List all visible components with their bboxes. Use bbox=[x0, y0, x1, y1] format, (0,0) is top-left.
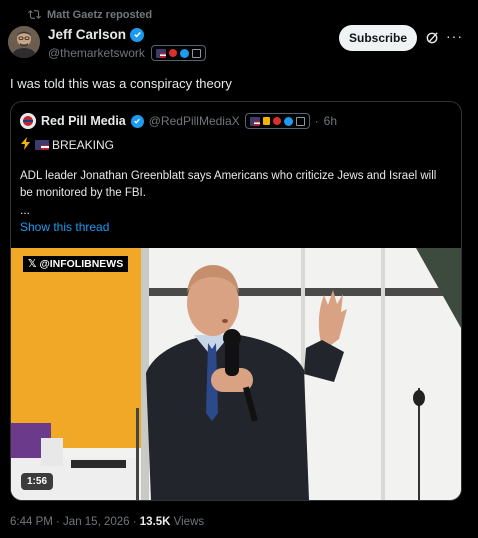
quoted-body-text: ADL leader Jonathan Greenblatt says Amer… bbox=[20, 170, 437, 199]
video-duration: 1:56 bbox=[21, 473, 54, 490]
repost-label[interactable]: Matt Gaetz reposted bbox=[47, 9, 152, 21]
apple-icon bbox=[272, 117, 281, 125]
building-icon bbox=[191, 48, 201, 58]
breaking-line: BREAKING bbox=[20, 137, 114, 153]
us-flag-icon bbox=[155, 48, 166, 58]
tweet-footer: 6:44 PM · Jan 15, 2026 · 13.5K Views bbox=[10, 516, 204, 528]
info-icon bbox=[283, 116, 293, 126]
quoted-author-name[interactable]: Red Pill Media bbox=[41, 114, 126, 128]
us-flag-icon bbox=[35, 140, 49, 150]
x-logo-icon: 𝕏 bbox=[28, 258, 37, 270]
repost-icon bbox=[28, 10, 41, 19]
quoted-time[interactable]: 6h bbox=[324, 114, 337, 128]
info-icon bbox=[179, 48, 189, 58]
quoted-affiliation-badges bbox=[244, 113, 310, 129]
views-label: Views bbox=[170, 516, 205, 528]
quoted-header: Red Pill Media @RedPillMediaX · 6h bbox=[20, 113, 337, 129]
quoted-verified-icon bbox=[130, 114, 144, 128]
quoted-avatar[interactable] bbox=[20, 113, 36, 129]
grok-icon[interactable] bbox=[425, 30, 440, 45]
subscribe-button[interactable]: Subscribe bbox=[339, 25, 417, 51]
us-flag-icon bbox=[249, 116, 260, 126]
author-handle[interactable]: @themarketswork bbox=[48, 46, 145, 60]
apple-icon bbox=[168, 49, 177, 57]
repost-indicator: Matt Gaetz reposted bbox=[28, 8, 152, 21]
video-player[interactable]: 𝕏 @INFOLIBNEWS 1:56 bbox=[11, 248, 461, 500]
watermark: 𝕏 @INFOLIBNEWS bbox=[23, 256, 129, 272]
breaking-label: BREAKING bbox=[52, 138, 115, 152]
lightning-icon bbox=[20, 137, 32, 153]
video-thumbnail bbox=[11, 248, 461, 500]
author-name[interactable]: Jeff Carlson bbox=[48, 27, 126, 42]
author-avatar[interactable] bbox=[8, 26, 40, 58]
tweet-text: I was told this was a conspiracy theory bbox=[10, 76, 232, 91]
watermark-text: @INFOLIBNEWS bbox=[39, 258, 124, 270]
quoted-ellipsis: ... bbox=[20, 203, 31, 217]
building-icon bbox=[295, 116, 305, 126]
affiliation-badges bbox=[150, 45, 206, 61]
lock-icon bbox=[262, 117, 270, 125]
show-thread-link[interactable]: Show this thread bbox=[20, 220, 109, 234]
author-block: Jeff Carlson @themarketswork bbox=[48, 27, 206, 61]
quoted-author-handle[interactable]: @RedPillMediaX bbox=[149, 114, 240, 128]
verified-badge-icon bbox=[130, 27, 145, 42]
view-count[interactable]: 13.5K bbox=[140, 516, 171, 528]
more-options-icon[interactable]: ··· bbox=[446, 28, 463, 44]
quoted-dot: · bbox=[314, 114, 319, 128]
post-timestamp[interactable]: 6:44 PM · Jan 15, 2026 · bbox=[10, 516, 140, 528]
quoted-tweet[interactable]: Red Pill Media @RedPillMediaX · 6h BREAK… bbox=[10, 101, 462, 501]
